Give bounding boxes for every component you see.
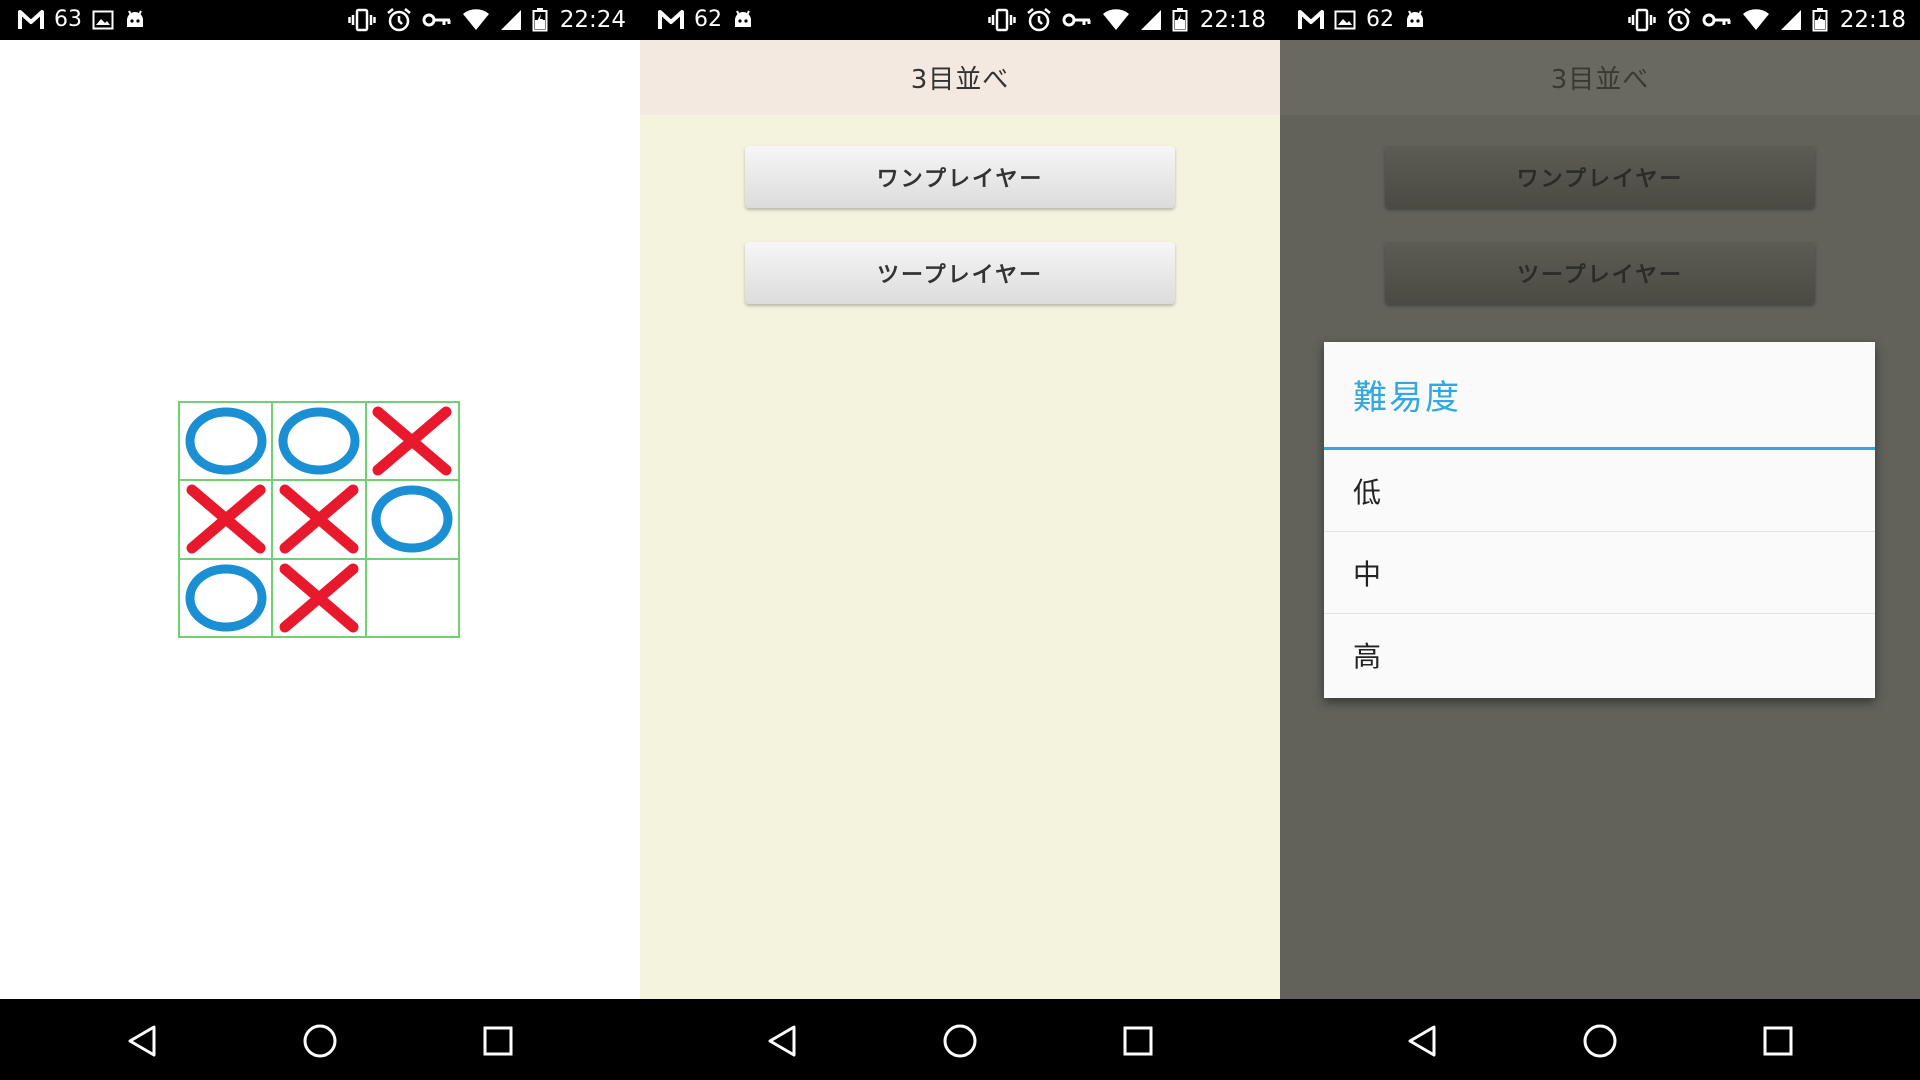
page-title: 3目並べ [910,65,1010,95]
battery-level-text: 62 [1366,7,1394,32]
navigation-bar [0,999,640,1080]
board-cell[interactable] [272,480,366,559]
vibrate-icon [1627,8,1656,32]
signal-icon [1140,9,1162,31]
home-icon[interactable] [1578,1019,1622,1063]
page-title: 3目並べ [1550,65,1650,95]
recents-icon[interactable] [1116,1019,1160,1063]
game-screen [0,40,640,999]
app-header: 3目並べ [640,40,1280,115]
tic-tac-toe-board [178,401,460,638]
one-player-button[interactable]: ワンプレイヤー [745,146,1175,208]
app-header: 3目並べ [1280,40,1920,115]
recents-icon[interactable] [476,1019,520,1063]
status-time: 22:24 [559,6,626,33]
battery-icon [532,8,548,32]
o-mark [371,485,453,553]
board-cell[interactable] [365,402,459,481]
x-mark [372,406,452,476]
alarm-icon [1666,7,1692,33]
board-cell[interactable] [272,558,366,637]
home-icon[interactable] [298,1019,342,1063]
dialog-title: 難易度 [1324,342,1875,450]
gmail-icon [18,9,44,31]
difficulty-dialog: 難易度 低 中 高 [1324,342,1875,698]
battery-level-text: 62 [694,7,722,32]
wifi-icon [1742,9,1770,31]
navigation-bar [1280,999,1920,1080]
difficulty-option-high[interactable]: 高 [1324,614,1875,696]
two-player-button: ツープレイヤー [1385,242,1815,304]
status-time: 22:18 [1839,6,1906,33]
o-mark [185,564,267,632]
alarm-icon [386,7,412,33]
status-bar: 63 22:24 [0,0,640,40]
battery-level-text: 63 [54,7,82,32]
two-player-button[interactable]: ツープレイヤー [745,242,1175,304]
vibrate-icon [987,8,1016,32]
back-icon[interactable] [760,1019,804,1063]
android-icon [1404,9,1426,31]
o-mark [278,407,360,475]
android-icon [124,9,146,31]
board-cell[interactable] [179,402,273,481]
board-cell[interactable] [179,558,273,637]
x-mark [279,484,359,554]
image-icon [92,10,114,30]
menu-screen: 3目並べ ワンプレイヤー ツープレイヤー [640,40,1280,999]
menu-screen-dimmed: 3目並べ ワンプレイヤー ツープレイヤー 難易度 低 中 高 [1280,40,1920,999]
signal-icon [1780,9,1802,31]
screenshot-triptych: 63 22:24 62 22:18 3目並べ ワンプレイヤー ツープレイヤー 6… [0,0,1920,1080]
board-cell-empty[interactable] [365,558,459,637]
status-bar: 62 22:18 [1280,0,1920,40]
vpn-key-icon [1062,10,1092,30]
board-cell[interactable] [272,402,366,481]
navigation-bar [640,999,1280,1080]
difficulty-option-medium[interactable]: 中 [1324,532,1875,614]
image-icon [1334,10,1356,30]
wifi-icon [1102,9,1130,31]
one-player-button: ワンプレイヤー [1385,146,1815,208]
gmail-icon [658,9,684,31]
back-icon[interactable] [120,1019,164,1063]
x-mark [186,484,266,554]
x-mark [279,563,359,633]
recents-icon[interactable] [1756,1019,1800,1063]
alarm-icon [1026,7,1052,33]
phone-screen-menu: 62 22:18 3目並べ ワンプレイヤー ツープレイヤー [640,0,1280,1080]
phone-screen-difficulty: 62 22:18 3目並べ ワンプレイヤー ツープレイヤー 難易度 低 中 高 [1280,0,1920,1080]
wifi-icon [462,9,490,31]
back-icon[interactable] [1400,1019,1444,1063]
status-bar: 62 22:18 [640,0,1280,40]
battery-icon [1812,8,1828,32]
vpn-key-icon [422,10,452,30]
home-icon[interactable] [938,1019,982,1063]
board-cell[interactable] [365,480,459,559]
battery-icon [1172,8,1188,32]
difficulty-option-low[interactable]: 低 [1324,450,1875,532]
android-icon [732,9,754,31]
gmail-icon [1298,9,1324,31]
vpn-key-icon [1702,10,1732,30]
o-mark [185,407,267,475]
status-time: 22:18 [1199,6,1266,33]
vibrate-icon [347,8,376,32]
phone-screen-game: 63 22:24 [0,0,640,1080]
board-cell[interactable] [179,480,273,559]
signal-icon [500,9,522,31]
